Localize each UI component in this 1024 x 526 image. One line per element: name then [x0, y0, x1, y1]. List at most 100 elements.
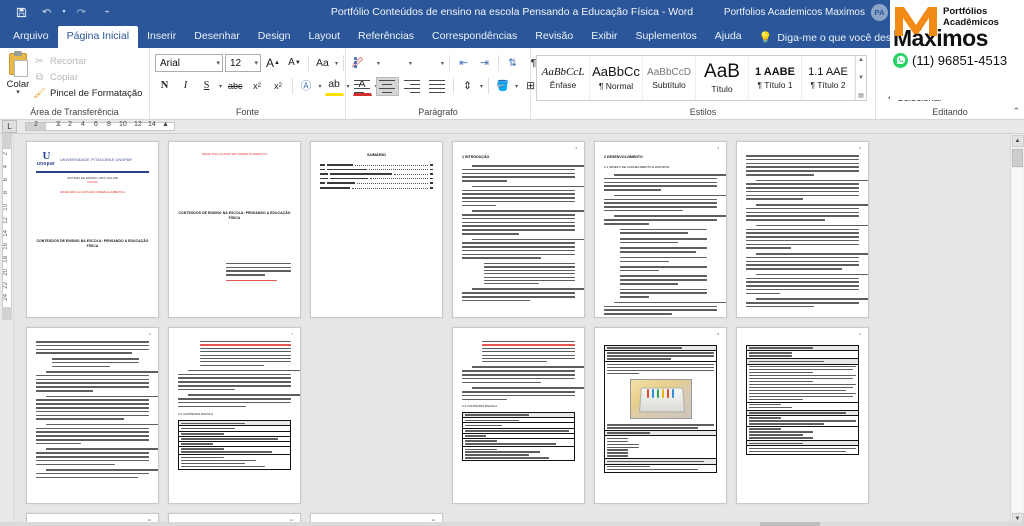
- university-name: UNIVERSIDADE PITÁGORAS UNOPAR: [60, 157, 133, 162]
- redo-icon[interactable]: [68, 2, 94, 22]
- undo-dropdown-icon[interactable]: ▾: [60, 2, 68, 22]
- tab-exibir[interactable]: Exibir: [582, 26, 626, 48]
- collapse-ribbon-icon[interactable]: ⌃: [1012, 106, 1020, 117]
- ruler-right-indent-marker[interactable]: ▲: [162, 121, 169, 128]
- styles-gallery-scroll[interactable]: ▲ ▼ ▤: [855, 56, 866, 100]
- save-icon[interactable]: [8, 2, 34, 22]
- horizontal-scrollbar-thumb[interactable]: [760, 522, 820, 526]
- tab-suplementos[interactable]: Suplementos: [626, 26, 705, 48]
- font-size-combo[interactable]: 12 ▾: [225, 54, 261, 72]
- page-thumbnail[interactable]: SUMÁRIO: [310, 141, 443, 318]
- style-enfase[interactable]: AaBbCcL Ênfase: [537, 56, 590, 100]
- strikethrough-button[interactable]: abc: [225, 77, 246, 96]
- shading-button[interactable]: 🪣: [493, 77, 512, 96]
- more-styles-icon[interactable]: ▤: [858, 92, 864, 99]
- customize-qat-icon[interactable]: ⌁: [94, 2, 120, 22]
- chevron-up-icon[interactable]: ▲: [858, 57, 864, 63]
- chevron-down-icon[interactable]: ▾: [318, 83, 323, 90]
- grow-font-button[interactable]: A ▲: [263, 54, 283, 73]
- document-canvas[interactable]: U unopar UNIVERSIDADE PITÁGORAS UNOPAR S…: [14, 134, 1010, 526]
- style-normal[interactable]: AaBbCc ¶ Normal: [590, 56, 643, 100]
- change-case-button[interactable]: Aa: [313, 54, 332, 73]
- horizontal-scrollbar[interactable]: [0, 522, 1024, 526]
- vertical-scrollbar[interactable]: ▲ ▼: [1010, 134, 1024, 526]
- bullets-button[interactable]: [351, 54, 374, 73]
- align-center-button[interactable]: [376, 76, 399, 96]
- quick-access-toolbar[interactable]: ▾ ⌁: [0, 2, 120, 22]
- vertical-ruler[interactable]: 2 4 6 8 10 12 14 16 18 20 22 24: [0, 134, 14, 526]
- chevron-down-icon[interactable]: ▾: [334, 60, 339, 67]
- align-left-button[interactable]: [351, 77, 374, 96]
- bold-button[interactable]: N: [155, 77, 174, 96]
- chevron-down-icon[interactable]: ▾: [212, 59, 220, 67]
- align-right-button[interactable]: [401, 77, 424, 96]
- page-thumbnail[interactable]: 2.2 CONTEÚDO ESCOLA: [452, 327, 585, 504]
- page-thumbnail[interactable]: 6: [26, 327, 159, 504]
- avatar[interactable]: PA: [871, 3, 888, 21]
- chevron-down-icon[interactable]: ▾: [408, 60, 413, 67]
- multilevel-list-button[interactable]: [415, 54, 438, 73]
- chevron-down-icon[interactable]: ▾: [479, 83, 484, 90]
- cut-button[interactable]: ✂ Recortar: [31, 53, 146, 69]
- ruler-tick: 8: [107, 120, 111, 128]
- underline-button[interactable]: S: [197, 77, 216, 96]
- chevron-down-icon[interactable]: ▾: [250, 59, 258, 67]
- undo-icon[interactable]: [34, 2, 60, 22]
- text-highlight-button[interactable]: ab: [324, 77, 344, 96]
- paste-button[interactable]: Colar ▾: [5, 50, 31, 96]
- sort-button[interactable]: ⇅: [503, 54, 522, 73]
- scrollbar-track[interactable]: [1012, 168, 1023, 512]
- ruler-bar[interactable]: 2 ⧖ 2 4 6 8 10 12 14 ▲: [25, 120, 175, 131]
- styles-gallery[interactable]: AaBbCcL Ênfase AaBbCc ¶ Normal AaBbCcD S…: [536, 55, 867, 101]
- style-titulo-2[interactable]: 1.1 AAE ¶ Título 2: [802, 56, 855, 100]
- justify-button[interactable]: [426, 77, 449, 96]
- tab-correspondencias[interactable]: Correspondências: [423, 26, 526, 48]
- page-thumbnail[interactable]: NOME DOS ALUNOS EM ORDEM ALFABÉTICA CONT…: [168, 141, 301, 318]
- superscript-button[interactable]: x2: [269, 77, 288, 96]
- tab-inserir[interactable]: Inserir: [138, 26, 185, 48]
- chevron-down-icon[interactable]: ▾: [376, 60, 381, 67]
- tab-pagina-inicial[interactable]: Página Inicial: [57, 26, 139, 48]
- style-titulo-1[interactable]: 1 AABE ¶ Título 1: [749, 56, 802, 100]
- decrease-indent-button[interactable]: ⇤: [454, 54, 473, 73]
- chevron-down-icon[interactable]: ▾: [440, 60, 445, 67]
- page-thumbnail[interactable]: 4 2 DESENVOLVIMENTO 2.1 OBJETO DE CONHEC…: [594, 141, 727, 318]
- increase-indent-button[interactable]: ⇥: [475, 54, 494, 73]
- numbering-button[interactable]: [383, 54, 406, 73]
- tab-arquivo[interactable]: Arquivo: [4, 26, 58, 48]
- text-effects-button[interactable]: Ⓐ: [297, 77, 316, 96]
- style-subtitulo[interactable]: AaBbCcD Subtítulo: [643, 56, 696, 100]
- italic-button[interactable]: I: [176, 77, 195, 96]
- subscript-button[interactable]: x2: [248, 77, 267, 96]
- scrollbar-thumb[interactable]: [1012, 149, 1023, 167]
- chevron-down-icon[interactable]: ▾: [514, 83, 519, 90]
- page-thumbnail[interactable]: 5: [736, 141, 869, 318]
- format-painter-button[interactable]: 🖌 Pincel de Formatação: [31, 85, 146, 101]
- tab-ajuda[interactable]: Ajuda: [706, 26, 751, 48]
- page-thumbnail[interactable]: 9: [736, 327, 869, 504]
- chevron-down-icon[interactable]: ▼: [858, 75, 864, 81]
- shrink-font-button[interactable]: A ▼: [285, 54, 304, 73]
- chevron-down-icon[interactable]: ▾: [16, 89, 20, 96]
- tab-layout[interactable]: Layout: [299, 26, 349, 48]
- ribbon-tabs[interactable]: Arquivo Página Inicial Inserir Desenhar …: [0, 24, 1024, 48]
- page-thumbnail[interactable]: 8: [594, 327, 727, 504]
- tab-desenhar[interactable]: Desenhar: [185, 26, 249, 48]
- ruler-tick: 4: [81, 120, 85, 128]
- line-spacing-button[interactable]: ⇕: [458, 77, 477, 96]
- horizontal-ruler[interactable]: L 2 ⧖ 2 4 6 8 10 12 14 ▲: [0, 120, 1024, 134]
- page-thumbnail[interactable]: 7 2.2 CONTEÚDO ESCOLA: [168, 327, 301, 504]
- tab-stop-selector[interactable]: L: [2, 120, 17, 133]
- style-titulo[interactable]: AaB Título: [696, 56, 749, 100]
- page-thumbnail[interactable]: 3 1 INTRODUÇÃO: [452, 141, 585, 318]
- tab-design[interactable]: Design: [249, 26, 300, 48]
- ruler-indent-marker[interactable]: ⧖: [56, 121, 61, 129]
- page-thumbnail[interactable]: U unopar UNIVERSIDADE PITÁGORAS UNOPAR S…: [26, 141, 159, 318]
- font-name-value: Arial: [160, 57, 181, 69]
- font-name-combo[interactable]: Arial ▾: [155, 54, 223, 72]
- scroll-up-icon[interactable]: ▲: [1011, 135, 1024, 147]
- tab-revisao[interactable]: Revisão: [526, 26, 582, 48]
- tab-referencias[interactable]: Referências: [349, 26, 423, 48]
- copy-button[interactable]: ⧉ Copiar: [31, 69, 146, 85]
- chevron-down-icon[interactable]: ▾: [218, 83, 223, 90]
